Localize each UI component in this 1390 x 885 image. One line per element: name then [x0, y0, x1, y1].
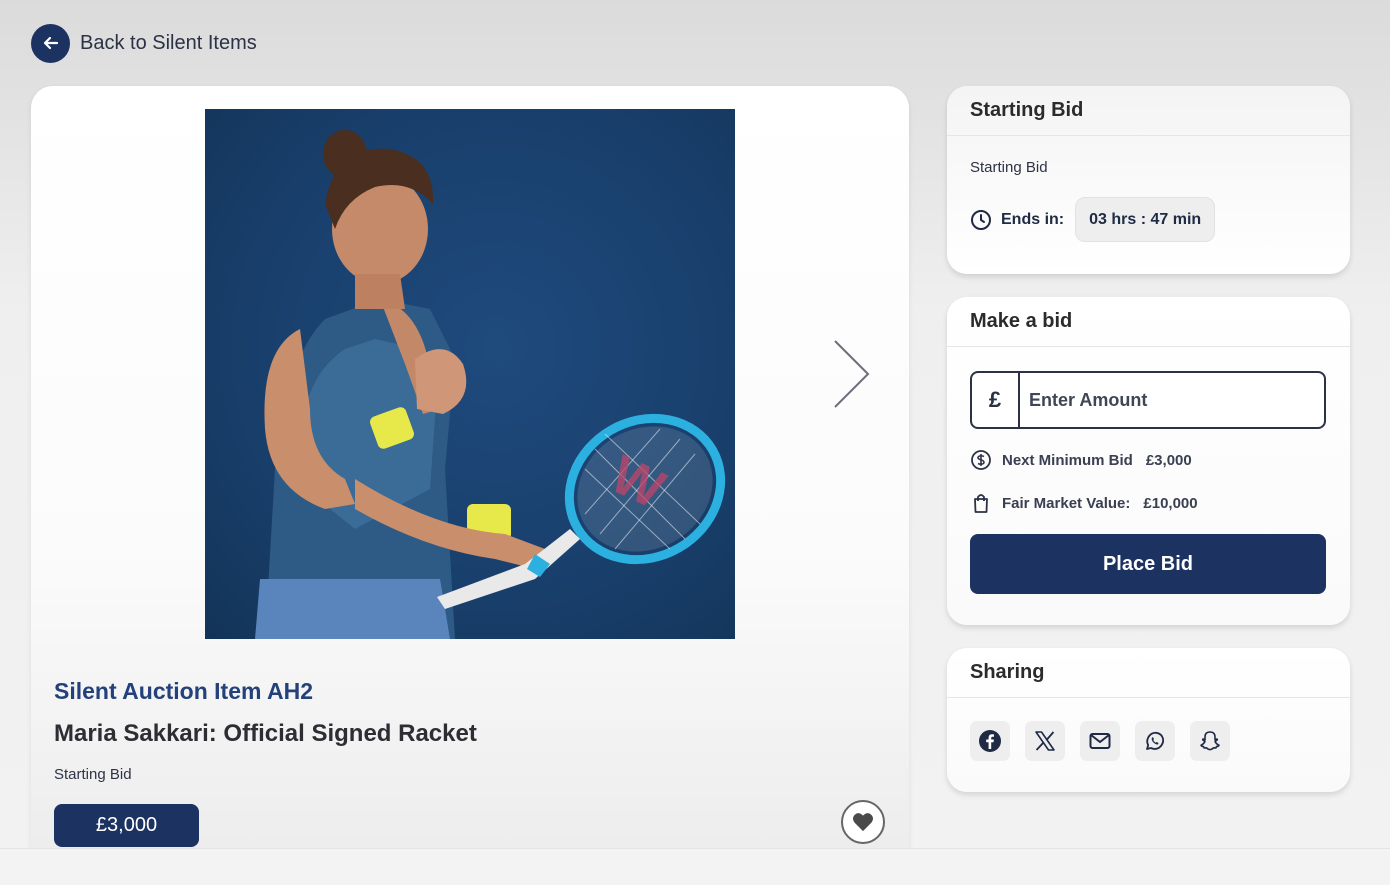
- ends-in-label: Ends in:: [1001, 210, 1065, 228]
- fair-market-value-value: £10,000: [1143, 494, 1198, 512]
- item-title: Maria Sakkari: Official Signed Racket: [54, 720, 477, 747]
- shopping-bag-icon: [974, 494, 988, 513]
- facebook-icon: [979, 730, 1001, 752]
- next-minimum-bid-label: Next Minimum Bid: [1002, 451, 1133, 469]
- starting-bid-label: Starting Bid: [54, 766, 132, 783]
- bid-amount-input[interactable]: [1020, 373, 1324, 427]
- mail-icon: [1089, 733, 1111, 749]
- starting-bid-header: Starting Bid: [947, 86, 1350, 136]
- countdown-timer: 03 hrs : 47 min: [1075, 197, 1216, 242]
- share-facebook-button[interactable]: [970, 721, 1010, 761]
- page-footer-strip: [0, 848, 1390, 885]
- bid-amount-field: £: [970, 371, 1326, 429]
- back-link-label: Back to Silent Items: [80, 31, 257, 54]
- sharing-header: Sharing: [947, 648, 1350, 698]
- heart-icon: [853, 813, 873, 832]
- make-bid-header: Make a bid: [947, 297, 1350, 347]
- make-bid-panel: Make a bid £ Next Minimum Bid £3,000 Fai…: [947, 297, 1350, 625]
- share-x-button[interactable]: [1025, 721, 1065, 761]
- clock-icon: [971, 209, 991, 230]
- starting-bid-subtitle: Starting Bid: [970, 159, 1048, 176]
- x-icon: [1035, 731, 1055, 751]
- starting-price-badge: £3,000: [54, 804, 199, 847]
- tennis-player-photo: W: [255, 130, 726, 639]
- share-whatsapp-button[interactable]: [1135, 721, 1175, 761]
- share-buttons: [970, 721, 1230, 761]
- chevron-right-icon[interactable]: [831, 338, 873, 410]
- fair-market-value-label: Fair Market Value:: [1002, 494, 1131, 512]
- share-email-button[interactable]: [1080, 721, 1120, 761]
- favorite-button[interactable]: [841, 800, 885, 844]
- next-minimum-bid-row: Next Minimum Bid £3,000: [970, 449, 1192, 471]
- ends-in-row: Ends in: 03 hrs : 47 min: [970, 197, 1216, 242]
- fair-market-value-row: Fair Market Value: £10,000: [970, 492, 1198, 514]
- item-card: W Silent Auction Item AH2 Maria Sakkari:…: [31, 86, 909, 866]
- sharing-panel: Sharing: [947, 648, 1350, 792]
- next-minimum-bid-value: £3,000: [1145, 451, 1192, 469]
- share-snapchat-button[interactable]: [1190, 721, 1230, 761]
- snapchat-icon: [1200, 731, 1220, 751]
- arrow-left-icon: [31, 23, 70, 63]
- back-to-silent-items-link[interactable]: Back to Silent Items: [31, 23, 257, 63]
- currency-symbol: £: [972, 373, 1020, 427]
- item-photo: W: [205, 109, 735, 639]
- starting-bid-panel: Starting Bid Starting Bid Ends in: 03 hr…: [947, 86, 1350, 274]
- place-bid-button[interactable]: Place Bid: [970, 534, 1326, 594]
- whatsapp-icon: [1146, 731, 1165, 750]
- item-code: Silent Auction Item AH2: [54, 678, 313, 704]
- dollar-circle-icon: [971, 450, 991, 470]
